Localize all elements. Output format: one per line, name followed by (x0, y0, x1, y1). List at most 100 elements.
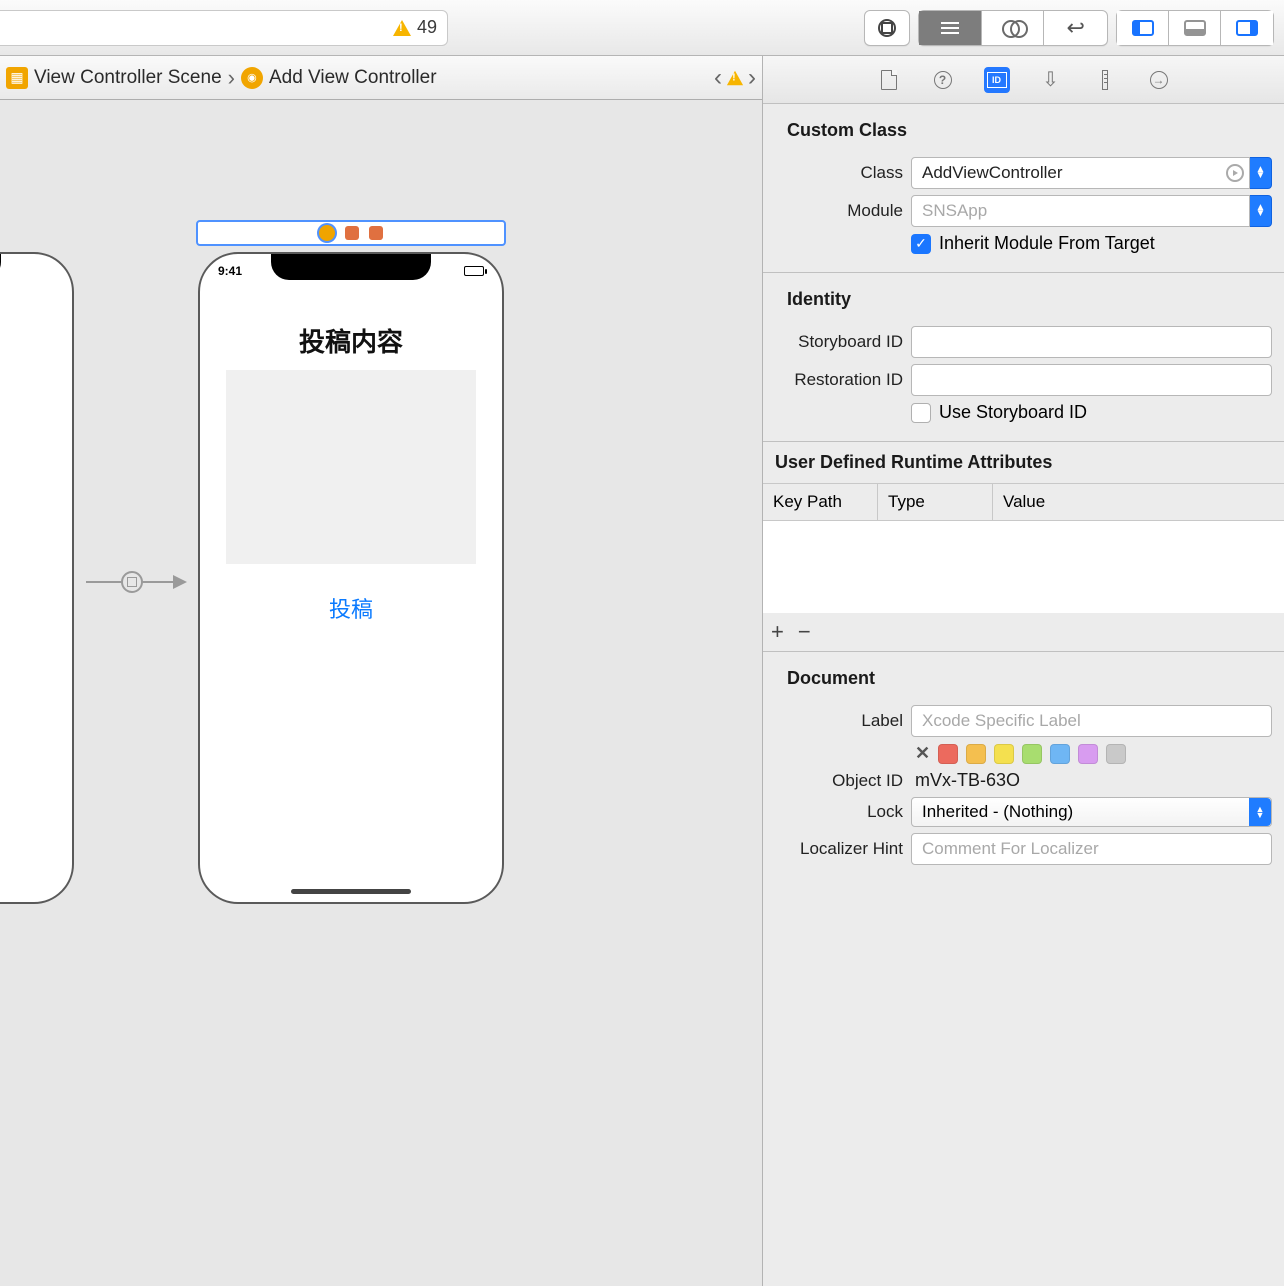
class-label: Class (775, 163, 903, 183)
color-swatch[interactable] (994, 744, 1014, 764)
navigator-panel-icon (1132, 20, 1154, 36)
submit-post-button[interactable]: 投稿 (200, 592, 502, 624)
post-textview[interactable] (226, 370, 476, 564)
battery-icon (464, 266, 484, 276)
status-time: 9:41 (218, 264, 242, 278)
color-swatch[interactable] (938, 744, 958, 764)
chevron-right-icon: › (228, 65, 235, 91)
toggle-utilities[interactable] (1221, 11, 1273, 45)
identity-section: Identity Storyboard ID Restoration ID Us… (763, 273, 1284, 442)
activity-viewer[interactable]: 49 (0, 10, 448, 46)
inspector-panel: ? ID ⇩ → Custom Class Class ▲▼ (762, 56, 1284, 1286)
first-responder-icon[interactable] (319, 225, 335, 241)
nav-back[interactable]: ‹ (714, 64, 722, 92)
object-id-value: mVx-TB-63O (911, 770, 1020, 791)
color-swatch[interactable] (1050, 744, 1070, 764)
tag-icon: ⇩ (1042, 67, 1059, 92)
use-storyboard-id-checkbox[interactable] (911, 403, 931, 423)
document-section: Document Label ✕ Object ID mVx-TB-63O Lo… (763, 652, 1284, 883)
runtime-attributes-section: User Defined Runtime Attributes Key Path… (763, 442, 1284, 652)
identity-icon: ID (987, 72, 1007, 88)
use-storyboard-id-label: Use Storyboard ID (939, 402, 1087, 423)
warning-icon[interactable] (727, 70, 743, 84)
restoration-id-field[interactable] (911, 364, 1272, 396)
home-indicator (291, 889, 411, 894)
attributes-inspector-tab[interactable]: ⇩ (1038, 67, 1064, 93)
quick-help-tab[interactable]: ? (930, 67, 956, 93)
toggle-debug[interactable] (1169, 11, 1221, 45)
color-swatch[interactable] (1078, 744, 1098, 764)
notch (0, 254, 1, 280)
class-jump-icon[interactable] (1226, 164, 1244, 182)
ruler-icon (1102, 70, 1108, 90)
custom-class-section: Custom Class Class ▲▼ Module ▲▼ (763, 104, 1284, 273)
col-type[interactable]: Type (878, 484, 993, 520)
viewcontroller-object-icon[interactable] (369, 226, 383, 240)
stop-icon (878, 19, 896, 37)
storyboard-id-label: Storyboard ID (775, 332, 903, 352)
lines-icon (941, 22, 959, 34)
jump-bar[interactable]: ▦ View Controller Scene › ◉ Add View Con… (0, 56, 762, 100)
panel-toggle-segmented[interactable] (1116, 10, 1274, 46)
segue-icon (121, 571, 143, 593)
add-attr-button[interactable]: + (771, 619, 784, 645)
localizer-hint-label: Localizer Hint (775, 839, 903, 859)
size-inspector-tab[interactable] (1092, 67, 1118, 93)
inherit-module-checkbox[interactable]: ✓ (911, 234, 931, 254)
clear-color-button[interactable]: ✕ (915, 743, 930, 764)
module-field[interactable] (911, 195, 1250, 227)
editor-version[interactable]: ↩︎ (1044, 11, 1107, 45)
editor-standard[interactable] (919, 11, 982, 45)
class-dropdown[interactable]: ▲▼ (1250, 157, 1272, 189)
col-keypath[interactable]: Key Path (763, 484, 878, 520)
standard-editor-button[interactable] (864, 10, 910, 46)
nav-forward[interactable]: › (748, 64, 756, 92)
exit-icon[interactable] (345, 226, 359, 240)
connections-inspector-tab[interactable]: → (1146, 67, 1172, 93)
document-heading: Document (775, 658, 1272, 699)
identity-inspector-tab[interactable]: ID (984, 67, 1010, 93)
runtime-attributes-heading: User Defined Runtime Attributes (763, 442, 1284, 483)
warning-count: 49 (417, 17, 437, 38)
lock-select[interactable]: Inherited - (Nothing) ▲▼ (911, 797, 1272, 827)
lock-value: Inherited - (Nothing) (922, 802, 1073, 822)
debug-panel-icon (1184, 20, 1206, 36)
utilities-panel-icon (1236, 20, 1258, 36)
localizer-hint-field[interactable] (911, 833, 1272, 865)
attr-table-body[interactable] (763, 521, 1284, 613)
class-field[interactable] (911, 157, 1250, 189)
lock-label: Lock (775, 802, 903, 822)
doc-label-label: Label (775, 711, 903, 731)
toggle-navigator[interactable] (1117, 11, 1169, 45)
screen-title-label: 投稿内容 (200, 322, 502, 359)
jump-scene[interactable]: View Controller Scene (34, 67, 222, 89)
inherit-module-label: Inherit Module From Target (939, 233, 1155, 254)
editor-mode-segmented[interactable]: ↩︎ (918, 10, 1108, 46)
object-id-label: Object ID (775, 771, 903, 791)
color-swatch[interactable] (966, 744, 986, 764)
editor-assistant[interactable] (982, 11, 1045, 45)
help-icon: ? (934, 71, 952, 89)
assistant-icon (1002, 20, 1024, 36)
doc-label-field[interactable] (911, 705, 1272, 737)
module-label: Module (775, 201, 903, 221)
inspector-tabs[interactable]: ? ID ⇩ → (763, 56, 1284, 104)
color-swatch[interactable] (1022, 744, 1042, 764)
jump-item[interactable]: Add View Controller (269, 67, 437, 89)
file-inspector-tab[interactable] (876, 67, 902, 93)
phone-preview-previous[interactable]: 投稿 (0, 252, 74, 904)
scene-dock[interactable] (196, 220, 506, 246)
label-color-row: ✕ (775, 743, 1272, 764)
storyboard-id-field[interactable] (911, 326, 1272, 358)
col-value[interactable]: Value (993, 484, 1284, 520)
phone-preview-main[interactable]: 9:41 投稿内容 投稿 (198, 252, 504, 904)
warning-icon (393, 20, 411, 36)
module-dropdown[interactable]: ▲▼ (1250, 195, 1272, 227)
lock-dropdown-arrow: ▲▼ (1249, 798, 1271, 826)
color-swatch[interactable] (1106, 744, 1126, 764)
identity-heading: Identity (775, 279, 1272, 320)
segue-arrow[interactable] (86, 571, 187, 593)
notch (271, 254, 431, 280)
storyboard-icon: ▦ (6, 67, 28, 89)
remove-attr-button[interactable]: − (798, 619, 811, 645)
